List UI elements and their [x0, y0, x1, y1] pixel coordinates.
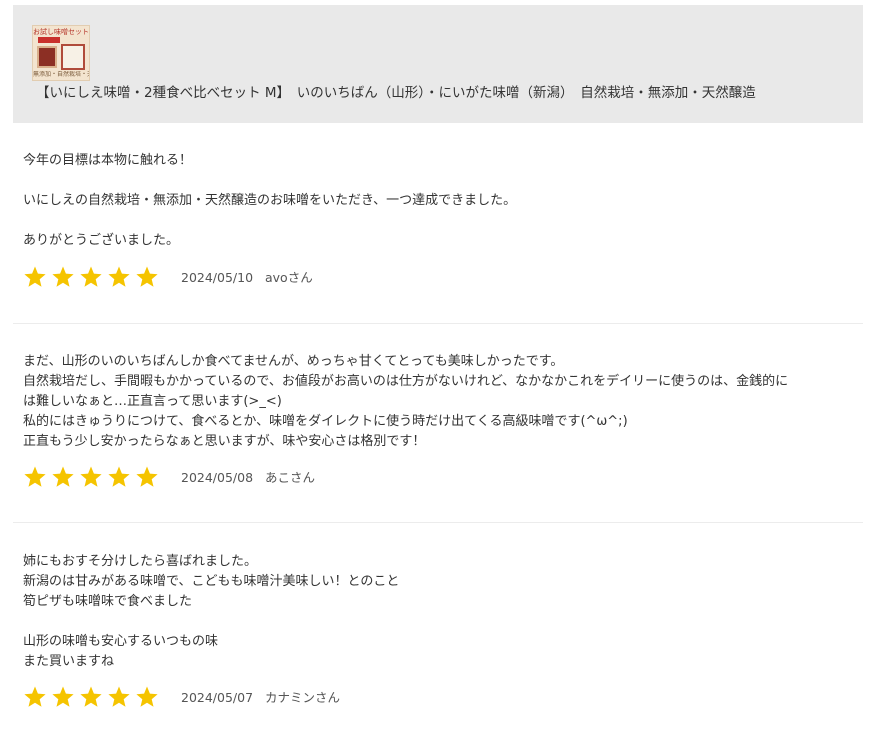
- star-icon: [108, 686, 130, 707]
- star-icon: [80, 686, 102, 707]
- star-icon: [80, 266, 102, 287]
- star-rating: [23, 265, 159, 289]
- review-item: まだ、山形のいのいちばんしか食べてませんが、めっちゃ甘くてとっても美味しかったで…: [13, 352, 863, 512]
- star-icon: [24, 686, 46, 707]
- star-rating: [23, 685, 159, 709]
- star-icon: [136, 686, 158, 707]
- star-icon: [136, 266, 158, 287]
- thumbnail-badge: [38, 37, 60, 43]
- review-item: 姉にもおすそ分けしたら喜ばれました。 新潟のは甘みがある味噌で、こどもも味噌汁美…: [13, 552, 863, 722]
- review-text: 今年の目標は本物に触れる！ いにしえの自然栽培・無添加・天然醸造のお味噌をいただ…: [23, 153, 517, 248]
- thumbnail-caption: 無添加・自然栽培・天然醸造: [33, 71, 89, 78]
- star-icon: [52, 266, 74, 287]
- product-header: お試し味噌セット 無添加・自然栽培・天然醸造 【いにしえ味噌・2種食べ比べセット…: [13, 5, 863, 123]
- star-icon: [136, 466, 158, 487]
- review-divider: [13, 522, 863, 523]
- star-icon: [80, 466, 102, 487]
- review-author: カナミンさん: [265, 690, 341, 705]
- thumbnail-package-red: [37, 46, 57, 68]
- star-icon: [108, 266, 130, 287]
- star-icon: [108, 466, 130, 487]
- review-item: 今年の目標は本物に触れる！ いにしえの自然栽培・無添加・天然醸造のお味噌をいただ…: [13, 151, 863, 311]
- review-text: 姉にもおすそ分けしたら喜ばれました。 新潟のは甘みがある味噌で、こどもも味噌汁美…: [23, 554, 400, 669]
- product-title[interactable]: 【いにしえ味噌・2種食べ比べセット M】 いのいちばん（山形）・にいがた味噌（新…: [36, 84, 756, 102]
- thumbnail-title: お試し味噌セット: [33, 28, 89, 36]
- review-date: 2024/05/10: [181, 270, 254, 285]
- star-icon: [52, 466, 74, 487]
- review-author: あこさん: [265, 470, 316, 485]
- review-text: まだ、山形のいのいちばんしか食べてませんが、めっちゃ甘くてとっても美味しかったで…: [23, 354, 789, 449]
- star-rating: [23, 465, 159, 489]
- review-date: 2024/05/08: [181, 470, 254, 485]
- star-icon: [24, 466, 46, 487]
- review-divider: [13, 323, 863, 324]
- product-thumbnail[interactable]: お試し味噌セット 無添加・自然栽培・天然醸造: [32, 25, 90, 81]
- thumbnail-package-white: [61, 44, 85, 70]
- star-icon: [52, 686, 74, 707]
- review-date: 2024/05/07: [181, 690, 254, 705]
- star-icon: [24, 266, 46, 287]
- review-author: avoさん: [265, 270, 313, 285]
